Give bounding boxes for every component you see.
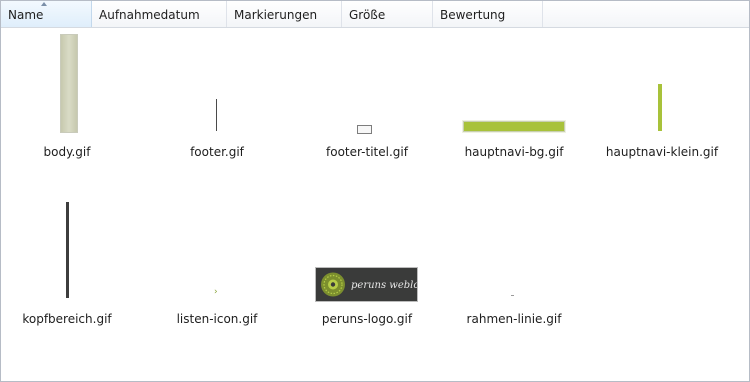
column-header-bar: Name Aufnahmedatum Markierungen Größe Be… bbox=[1, 1, 749, 28]
file-name: peruns-logo.gif bbox=[321, 312, 413, 326]
file-name: hauptnavi-klein.gif bbox=[605, 145, 719, 159]
file-name: listen-icon.gif bbox=[176, 312, 258, 326]
column-header-tags[interactable]: Markierungen bbox=[227, 1, 342, 27]
column-header-name[interactable]: Name bbox=[1, 1, 92, 27]
file-name: rahmen-linie.gif bbox=[466, 312, 562, 326]
image-thumbnail-icon bbox=[658, 84, 662, 131]
column-label-date: Aufnahmedatum bbox=[99, 8, 200, 22]
chevron-right-icon: › bbox=[214, 287, 218, 297]
image-thumbnail-icon bbox=[357, 125, 372, 134]
peruns-logo-icon: peruns weblog bbox=[321, 272, 417, 297]
file-browser-window: Name Aufnahmedatum Markierungen Größe Be… bbox=[0, 0, 750, 382]
logo-thumbnail-icon: peruns weblog bbox=[315, 267, 418, 302]
file-name: footer.gif bbox=[190, 145, 244, 159]
image-thumbnail-icon bbox=[66, 202, 69, 298]
column-header-rating[interactable]: Bewertung bbox=[433, 1, 543, 27]
file-name: footer-titel.gif bbox=[326, 145, 408, 159]
column-label-rating: Bewertung bbox=[440, 8, 506, 22]
image-thumbnail-icon bbox=[216, 99, 217, 131]
column-label-name: Name bbox=[8, 8, 44, 22]
file-name: body.gif bbox=[43, 145, 91, 159]
image-thumbnail-icon bbox=[511, 295, 514, 296]
sort-ascending-icon bbox=[41, 2, 47, 6]
column-label-size: Größe bbox=[349, 8, 386, 22]
logo-text: peruns weblog bbox=[351, 280, 417, 291]
image-thumbnail-icon bbox=[463, 121, 565, 132]
column-header-date[interactable]: Aufnahmedatum bbox=[92, 1, 227, 27]
image-thumbnail-icon bbox=[60, 34, 78, 133]
file-name: hauptnavi-bg.gif bbox=[464, 145, 564, 159]
column-label-tags: Markierungen bbox=[234, 8, 318, 22]
file-name: kopfbereich.gif bbox=[22, 312, 112, 326]
column-header-size[interactable]: Größe bbox=[342, 1, 433, 27]
